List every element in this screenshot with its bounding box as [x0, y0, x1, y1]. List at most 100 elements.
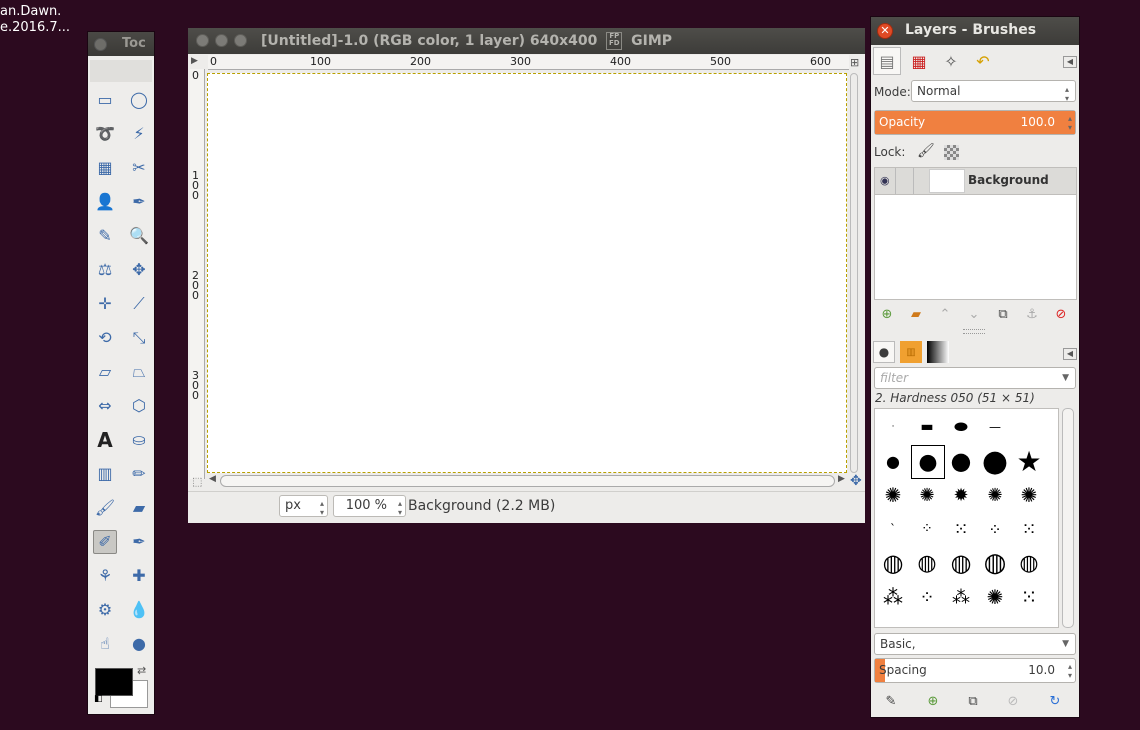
brush-thumbnail[interactable]: ⁙	[945, 513, 977, 545]
tab-undo-history[interactable]: ↶	[969, 47, 997, 75]
ellipse-select-tool-icon[interactable]: ◯	[127, 88, 151, 112]
vertical-scrollbar[interactable]	[850, 73, 858, 473]
eraser-tool-icon[interactable]: ▰	[127, 496, 151, 520]
raise-layer-icon[interactable]: ⌃	[934, 303, 956, 325]
desktop-file-label-2[interactable]: e.2016.7...	[0, 20, 70, 36]
brush-thumbnail[interactable]: ✺	[911, 479, 943, 511]
brush-thumbnail[interactable]: ◍	[1013, 547, 1045, 579]
lock-pixels-icon[interactable]: 🖌	[917, 143, 935, 159]
perspective-clone-tool-icon[interactable]: ⚙	[93, 598, 117, 622]
mode-select[interactable]: Normal ▴ ▾	[911, 80, 1076, 103]
rect-select-tool-icon[interactable]: ▭	[93, 88, 117, 112]
chevron-down-icon[interactable]: ▼	[1062, 634, 1069, 654]
brush-scrollbar[interactable]	[1062, 408, 1074, 628]
brush-thumbnail[interactable]: ◍	[979, 547, 1011, 579]
measure-tool-icon[interactable]: ⚖	[93, 258, 117, 282]
zoom-tool-icon[interactable]: 🔍	[127, 224, 151, 248]
delete-brush-icon[interactable]: ⊘	[1002, 690, 1024, 712]
tab-paths[interactable]: ✧	[937, 47, 965, 75]
blend-tool-icon[interactable]: ▥	[93, 462, 117, 486]
spacing-slider[interactable]: Spacing 10.0 ▴ ▾	[874, 658, 1076, 683]
delete-layer-icon[interactable]: ⊘	[1050, 303, 1072, 325]
brush-thumbnail[interactable]: ·	[877, 411, 909, 443]
horizontal-ruler[interactable]: 0 100 200 300 400 500 600	[208, 55, 849, 70]
brush-thumbnail[interactable]: ●	[877, 445, 909, 477]
paths-tool-icon[interactable]: ✒	[127, 190, 151, 214]
opacity-slider[interactable]: Opacity 100.0 ▴ ▾	[874, 110, 1076, 135]
tab-menu-icon[interactable]: ◀	[1063, 348, 1077, 360]
bucket-fill-tool-icon[interactable]: ⛀	[127, 428, 151, 452]
alignment-tool-icon[interactable]: ✛	[93, 292, 117, 316]
brush-thumbnail[interactable]: —	[979, 411, 1011, 443]
close-button[interactable]	[196, 34, 209, 47]
toolbox-titlebar[interactable]: Toc	[88, 32, 154, 56]
move-tool-icon[interactable]: ✥	[127, 258, 151, 282]
tab-channels[interactable]: ▦	[905, 47, 933, 75]
quick-mask-menu-icon[interactable]: ▶	[191, 56, 198, 66]
lower-layer-icon[interactable]: ⌄	[963, 303, 985, 325]
brush-thumbnail[interactable]: ⁘	[911, 513, 943, 545]
chain-link-icon[interactable]	[897, 173, 911, 187]
vertical-ruler[interactable]: 0 1 0 0 2 0 0 3 0 0	[190, 69, 205, 479]
foreground-select-tool-icon[interactable]: 👤	[93, 190, 117, 214]
duplicate-brush-icon[interactable]: ⧉	[962, 690, 984, 712]
tab-menu-icon[interactable]: ◀	[1063, 56, 1077, 68]
brush-thumbnail[interactable]	[1013, 411, 1045, 443]
minimize-button[interactable]	[215, 34, 228, 47]
navigate-icon[interactable]: ✥	[850, 473, 862, 489]
new-layer-group-icon[interactable]: ▰	[905, 303, 927, 325]
brush-thumbnail[interactable]: ⬬	[945, 411, 977, 443]
default-colors-icon[interactable]: ◧	[94, 694, 103, 704]
brush-thumbnail[interactable]: ◍	[877, 547, 909, 579]
fuzzy-select-tool-icon[interactable]: ⚡	[127, 122, 151, 146]
brush-thumbnail[interactable]: ⁙	[1013, 513, 1045, 545]
close-button[interactable]: ✕	[877, 23, 893, 39]
image-canvas[interactable]	[207, 73, 847, 473]
brush-thumbnail[interactable]: ●	[911, 445, 945, 479]
color-picker-tool-icon[interactable]: ✎	[93, 224, 117, 248]
brush-thumbnail[interactable]: ⁘	[911, 581, 943, 613]
brush-tag-input[interactable]: Basic, ▼	[874, 633, 1076, 655]
duplicate-layer-icon[interactable]: ⧉	[992, 303, 1014, 325]
pencil-tool-icon[interactable]: ✏	[127, 462, 151, 486]
horizontal-scrollbar[interactable]	[220, 475, 835, 487]
image-window-titlebar[interactable]: [Untitled]-1.0 (RGB color, 1 layer) 640x…	[188, 28, 865, 54]
brush-thumbnail[interactable]: ★	[1013, 445, 1045, 478]
cage-transform-tool-icon[interactable]: ⬡	[127, 394, 151, 418]
brush-filter-input[interactable]: filter ▼	[874, 367, 1076, 389]
new-layer-icon[interactable]: ⊕	[876, 303, 898, 325]
heal-tool-icon[interactable]: ✚	[127, 564, 151, 588]
brush-thumbnail[interactable]: ⁂	[877, 581, 909, 613]
airbrush-tool-icon[interactable]: ✐	[93, 530, 117, 554]
rotate-tool-icon[interactable]: ⟲	[93, 326, 117, 350]
quick-mask-toggle-icon[interactable]: ⬚	[192, 475, 202, 488]
tab-layers[interactable]: ▤	[873, 47, 901, 75]
select-by-color-tool-icon[interactable]: ▦	[93, 156, 117, 180]
dodge-burn-tool-icon[interactable]: ●	[127, 632, 151, 656]
shear-tool-icon[interactable]: ▱	[93, 360, 117, 384]
anchor-layer-icon[interactable]: ⚓	[1021, 303, 1043, 325]
pane-resize-handle[interactable]	[963, 329, 985, 334]
text-tool-icon[interactable]: A	[93, 428, 117, 452]
visibility-eye-icon[interactable]: ◉	[880, 174, 890, 187]
free-select-tool-icon[interactable]: ➰	[93, 122, 117, 146]
unit-select[interactable]: px ▴ ▾	[279, 495, 328, 517]
close-button[interactable]	[94, 38, 107, 51]
brush-grid[interactable]: · ▬ ⬬ — ● ● ● ● ★ ✺ ✺ ✹ ✺ ✺ ˋ ⁘ ⁙ ⁘ ⁙ ◍ ◍ ◍ ◍ ◍ ⁂ ⁘ ⁂ ✺ ⁙	[874, 408, 1059, 628]
brush-thumbnail[interactable]: ●	[945, 445, 977, 477]
brush-thumbnail[interactable]: ⁘	[979, 513, 1011, 545]
swap-colors-icon[interactable]: ⇄	[137, 664, 146, 677]
brush-thumbnail[interactable]: ✺	[1013, 479, 1045, 511]
tab-brushes[interactable]: ●	[873, 341, 895, 363]
paintbrush-tool-icon[interactable]: 🖌	[93, 496, 117, 520]
desktop-file-label-1[interactable]: an.Dawn.	[0, 4, 61, 20]
brush-thumbnail[interactable]: ⁙	[1013, 581, 1045, 613]
dock-titlebar[interactable]: ✕ Layers - Brushes	[871, 17, 1079, 45]
crop-tool-icon[interactable]: ⟋	[127, 292, 151, 316]
scissors-select-tool-icon[interactable]: ✂	[127, 156, 151, 180]
brush-thumbnail[interactable]: ✺	[979, 581, 1011, 613]
edit-brush-icon[interactable]: ✎	[880, 690, 902, 712]
brush-thumbnail[interactable]: ▬	[911, 411, 943, 443]
brush-thumbnail[interactable]: ˋ	[877, 513, 909, 545]
brush-thumbnail[interactable]: ●	[979, 444, 1011, 479]
